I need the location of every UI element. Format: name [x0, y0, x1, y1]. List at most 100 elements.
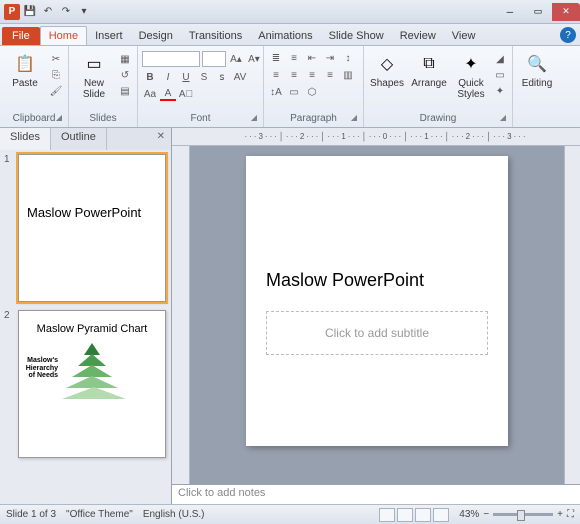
tab-animations[interactable]: Animations [250, 27, 320, 45]
shapes-icon: ◇ [375, 52, 399, 76]
align-right-icon[interactable]: ≡ [304, 68, 320, 82]
thumb-number: 2 [4, 310, 14, 458]
group-paragraph: ≣ ≡ ⇤ ⇥ ↕ ≡ ≡ ≡ ≡ ▥ ↕A ▭ ⬡ Paragraph◢ [264, 46, 364, 127]
tab-file[interactable]: File [2, 27, 40, 45]
group-editing: 🔍 Editing [513, 46, 561, 127]
redo-icon[interactable]: ↷ [58, 4, 74, 20]
paste-button[interactable]: 📋 Paste [4, 48, 46, 89]
close-button[interactable]: ✕ [552, 3, 580, 21]
slideshow-view-icon[interactable] [433, 508, 449, 522]
slide[interactable]: Maslow PowerPoint Click to add subtitle [246, 156, 508, 446]
justify-icon[interactable]: ≡ [322, 68, 338, 82]
align-left-icon[interactable]: ≡ [268, 68, 284, 82]
sorter-view-icon[interactable] [397, 508, 413, 522]
numbering-icon[interactable]: ≡ [286, 51, 302, 65]
window-controls: ─ ▭ ✕ [496, 3, 580, 21]
tab-view[interactable]: View [444, 27, 484, 45]
dialog-launcher-icon[interactable]: ◢ [500, 113, 506, 122]
save-icon[interactable]: 💾 [22, 4, 38, 20]
reset-icon[interactable]: ↺ [117, 68, 133, 82]
tab-design[interactable]: Design [131, 27, 181, 45]
zoom-control: 43% − + ⛶ [459, 509, 574, 520]
tab-home[interactable]: Home [40, 26, 87, 45]
panel-tab-outline[interactable]: Outline [51, 128, 107, 150]
vertical-scrollbar[interactable] [564, 146, 580, 484]
shape-outline-icon[interactable]: ▭ [492, 68, 508, 82]
grow-font-icon[interactable]: A▴ [228, 52, 244, 66]
quick-styles-icon: ✦ [459, 52, 483, 76]
maximize-button[interactable]: ▭ [524, 3, 552, 21]
tab-review[interactable]: Review [392, 27, 444, 45]
thumbnail-1[interactable]: 1 Maslow PowerPoint [4, 154, 167, 302]
font-name-combo[interactable] [142, 51, 200, 67]
zoom-slider[interactable] [493, 513, 553, 516]
status-language[interactable]: English (U.S.) [143, 509, 205, 520]
tab-insert[interactable]: Insert [87, 27, 131, 45]
group-label-drawing: Drawing◢ [368, 112, 508, 125]
group-label-slides: Slides [73, 112, 133, 125]
zoom-in-icon[interactable]: + [557, 509, 563, 520]
shapes-button[interactable]: ◇ Shapes [368, 48, 406, 89]
strike-icon[interactable]: S [196, 70, 212, 84]
undo-icon[interactable]: ↶ [40, 4, 56, 20]
dialog-launcher-icon[interactable]: ◢ [251, 113, 257, 122]
help-icon[interactable]: ? [560, 27, 576, 43]
section-icon[interactable]: ▤ [117, 84, 133, 98]
dialog-launcher-icon[interactable]: ◢ [351, 113, 357, 122]
align-text-icon[interactable]: ▭ [286, 85, 302, 99]
ribbon: 📋 Paste ✂ ⎘ 🖌 Clipboard◢ ▭ New Slide ▦ ↺… [0, 46, 580, 128]
tab-transitions[interactable]: Transitions [181, 27, 250, 45]
underline-icon[interactable]: U [178, 70, 194, 84]
italic-icon[interactable]: I [160, 70, 176, 84]
group-label-clipboard: Clipboard◢ [4, 112, 64, 125]
text-direction-icon[interactable]: ↕A [268, 85, 284, 99]
dialog-launcher-icon[interactable]: ◢ [56, 113, 62, 122]
font-size-combo[interactable] [202, 51, 226, 67]
normal-view-icon[interactable] [379, 508, 395, 522]
bullets-icon[interactable]: ≣ [268, 51, 284, 65]
thumbnail-2[interactable]: 2 Maslow Pyramid Chart Maslow's Hierarch… [4, 310, 167, 458]
change-case-icon[interactable]: Aa [142, 87, 158, 101]
slide-canvas[interactable]: Maslow PowerPoint Click to add subtitle [190, 146, 564, 484]
align-center-icon[interactable]: ≡ [286, 68, 302, 82]
slide-title[interactable]: Maslow PowerPoint [266, 270, 488, 291]
indent-dec-icon[interactable]: ⇤ [304, 51, 320, 65]
bold-icon[interactable]: B [142, 70, 158, 84]
copy-icon[interactable]: ⎘ [48, 68, 64, 82]
indent-inc-icon[interactable]: ⇥ [322, 51, 338, 65]
shrink-font-icon[interactable]: A▾ [246, 52, 262, 66]
shadow-icon[interactable]: ꜱ [214, 70, 230, 84]
smartart-icon[interactable]: ⬡ [304, 85, 320, 99]
format-painter-icon[interactable]: 🖌 [48, 84, 64, 98]
thumb-number: 1 [4, 154, 14, 302]
editing-button[interactable]: 🔍 Editing [517, 48, 557, 89]
arrange-button[interactable]: ⧉ Arrange [408, 48, 450, 89]
columns-icon[interactable]: ▥ [340, 68, 356, 82]
fit-window-icon[interactable]: ⛶ [567, 509, 574, 520]
clear-format-icon[interactable]: A⃠ [178, 87, 194, 101]
zoom-value[interactable]: 43% [459, 509, 479, 520]
group-drawing: ◇ Shapes ⧉ Arrange ✦ Quick Styles ◢ ▭ ✦ … [364, 46, 513, 127]
quick-styles-label: Quick Styles [457, 78, 484, 100]
line-spacing-icon[interactable]: ↕ [340, 51, 356, 65]
quick-styles-button[interactable]: ✦ Quick Styles [452, 48, 490, 100]
status-slide-count: Slide 1 of 3 [6, 509, 56, 520]
layout-icon[interactable]: ▦ [117, 52, 133, 66]
spacing-icon[interactable]: AV [232, 70, 248, 84]
reading-view-icon[interactable] [415, 508, 431, 522]
shape-effects-icon[interactable]: ✦ [492, 84, 508, 98]
tab-slideshow[interactable]: Slide Show [321, 27, 392, 45]
panel-close-icon[interactable]: ✕ [151, 128, 171, 150]
cut-icon[interactable]: ✂ [48, 52, 64, 66]
minimize-button[interactable]: ─ [496, 3, 524, 21]
panel-tab-slides[interactable]: Slides [0, 128, 51, 150]
notes-pane[interactable]: Click to add notes [172, 484, 580, 504]
powerpoint-icon[interactable]: P [4, 4, 20, 20]
new-slide-button[interactable]: ▭ New Slide [73, 48, 115, 100]
font-color-icon[interactable]: A [160, 87, 176, 101]
subtitle-placeholder[interactable]: Click to add subtitle [266, 311, 488, 355]
shape-fill-icon[interactable]: ◢ [492, 52, 508, 66]
qat-dropdown-icon[interactable]: ▾ [76, 4, 92, 20]
zoom-out-icon[interactable]: − [483, 509, 489, 520]
workspace: Slides Outline ✕ 1 Maslow PowerPoint 2 M… [0, 128, 580, 504]
